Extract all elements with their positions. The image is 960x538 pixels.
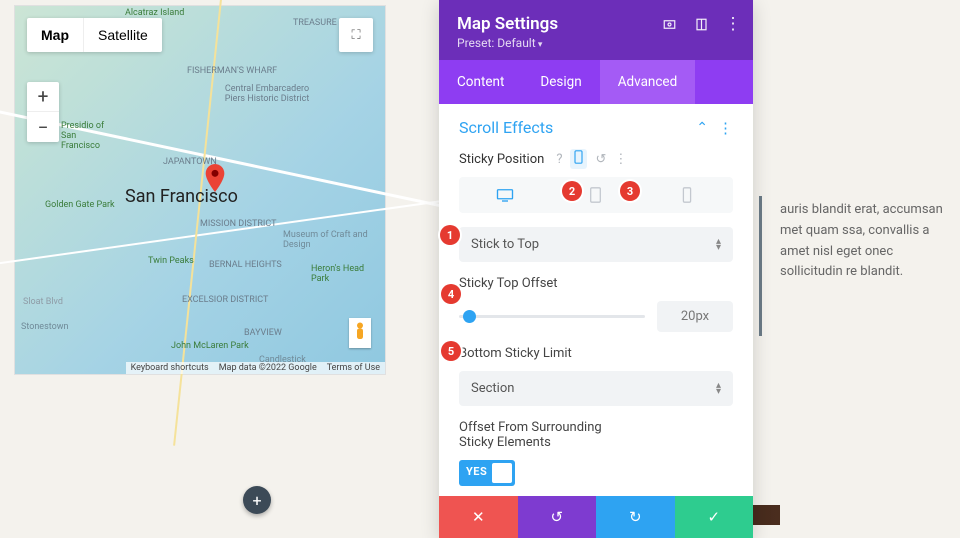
sticky-position-label: Sticky Position	[459, 152, 544, 167]
select-caret-icon: ▴▾	[716, 239, 721, 251]
add-module-button[interactable]: +	[243, 486, 271, 514]
map-place-fishwharf: FISHERMAN'S WHARF	[187, 66, 277, 76]
scroll-indicator	[759, 196, 762, 336]
check-icon: ✓	[707, 508, 720, 526]
map-place-presidio: Presidio of San Francisco	[61, 121, 116, 151]
slider-thumb[interactable]	[463, 310, 476, 323]
plus-icon: +	[252, 491, 261, 510]
offset-surrounding-label: Offset From Surrounding Sticky Elements	[459, 420, 629, 450]
annotation-marker-3: 3	[620, 181, 640, 201]
responsive-icon[interactable]	[693, 16, 709, 32]
redo-button[interactable]: ↻	[596, 496, 675, 538]
stick-to-select[interactable]: Stick to Top ▴▾	[459, 227, 733, 262]
device-buttons	[459, 177, 733, 213]
reset-icon[interactable]: ↺	[595, 152, 606, 167]
device-desktop[interactable]	[459, 177, 550, 213]
fullscreen-button[interactable]: ⛶	[339, 18, 373, 52]
settings-preset[interactable]: Preset: Default	[457, 36, 735, 50]
zoom-in-button[interactable]: +	[27, 82, 59, 112]
collapse-icon[interactable]: ⌃	[696, 120, 708, 136]
tab-content[interactable]: Content	[439, 60, 522, 104]
map-place-twin: Twin Peaks	[148, 256, 194, 266]
map-place-sloat: Sloat Blvd	[23, 297, 63, 307]
section-more-icon[interactable]: ⋮	[718, 119, 733, 137]
fullscreen-icon: ⛶	[351, 28, 360, 43]
annotation-marker-4: 4	[441, 284, 461, 304]
map-place-gg: Golden Gate Park	[45, 200, 115, 210]
annotation-marker-1: 1	[440, 225, 460, 245]
map-attribution: Map data ©2022 Google	[214, 362, 322, 374]
settings-body: Scroll Effects ⌃ ⋮ Sticky Position ? ↺ ⋮…	[439, 104, 753, 496]
settings-tabs: Content Design Advanced	[439, 60, 753, 104]
zoom-controls: + −	[27, 82, 59, 142]
bottom-limit-value: Section	[471, 381, 514, 396]
redo-icon: ↻	[629, 508, 642, 526]
undo-icon: ↺	[550, 508, 563, 526]
map-place-mclaren: John McLaren Park	[171, 341, 249, 351]
map-tab-map[interactable]: Map	[27, 18, 84, 52]
field-more-icon[interactable]: ⋮	[614, 152, 627, 167]
select-caret-icon: ▴▾	[716, 383, 721, 395]
map-type-toggle: Map Satellite	[27, 18, 162, 52]
settings-header: Map Settings Preset: Default ⋮	[439, 0, 753, 60]
map-place-alcatraz: Alcatraz Island	[125, 8, 184, 18]
map-terms-link[interactable]: Terms of Use	[322, 362, 385, 374]
map-place-excelsior: EXCELSIOR DISTRICT	[182, 295, 268, 305]
map-place-embarc: Central Embarcadero Piers Historic Distr…	[222, 84, 312, 104]
lorem-text: auris blandit erat, accumsan met quam ss…	[780, 200, 945, 283]
top-offset-value[interactable]: 20px	[657, 301, 733, 332]
map-city-label: San Francisco	[125, 186, 238, 207]
map-panel: Alcatraz Island TREASURE ISLAND FISHERMA…	[14, 5, 386, 375]
cancel-button[interactable]: ✕	[439, 496, 518, 538]
map-place-stonestown: Stonestown	[21, 322, 68, 332]
section-title[interactable]: Scroll Effects	[459, 118, 553, 137]
close-icon: ✕	[472, 508, 485, 526]
pegman-icon[interactable]	[349, 318, 371, 348]
device-phone[interactable]	[642, 177, 733, 213]
map-place-heron: Heron's Head Park	[311, 264, 371, 284]
map-place-bayview: BAYVIEW	[244, 328, 282, 338]
annotation-marker-2: 2	[562, 181, 582, 201]
stick-to-value: Stick to Top	[471, 237, 539, 252]
tab-advanced[interactable]: Advanced	[600, 60, 696, 104]
offset-surrounding-toggle[interactable]: YES	[459, 460, 515, 486]
top-offset-label: Sticky Top Offset	[459, 276, 733, 291]
map-shortcuts-link[interactable]: Keyboard shortcuts	[126, 362, 214, 374]
more-icon[interactable]: ⋮	[725, 16, 741, 32]
phone-icon[interactable]	[570, 149, 587, 169]
zoom-out-button[interactable]: −	[27, 112, 59, 142]
bottom-limit-label: Bottom Sticky Limit	[459, 346, 733, 361]
top-offset-slider[interactable]	[459, 315, 645, 318]
undo-button[interactable]: ↺	[518, 496, 597, 538]
bottom-limit-select[interactable]: Section ▴▾	[459, 371, 733, 406]
toggle-yes-label: YES	[466, 465, 487, 478]
settings-panel: Map Settings Preset: Default ⋮ Content D…	[439, 0, 753, 538]
map-place-mission: MISSION DISTRICT	[200, 219, 276, 229]
action-bar: ✕ ↺ ↻ ✓	[439, 496, 753, 538]
save-button[interactable]: ✓	[675, 496, 754, 538]
annotation-marker-5: 5	[441, 341, 461, 361]
map-place-craft: Museum of Craft and Design	[283, 230, 373, 250]
toggle-knob	[492, 463, 512, 483]
help-icon[interactable]: ?	[556, 152, 562, 167]
map-footer: Keyboard shortcuts Map data ©2022 Google…	[126, 362, 385, 374]
tab-design[interactable]: Design	[522, 60, 599, 104]
map-place-bernal: BERNAL HEIGHTS	[209, 260, 282, 270]
hover-icon[interactable]	[661, 16, 677, 32]
map-tab-satellite[interactable]: Satellite	[84, 18, 162, 52]
